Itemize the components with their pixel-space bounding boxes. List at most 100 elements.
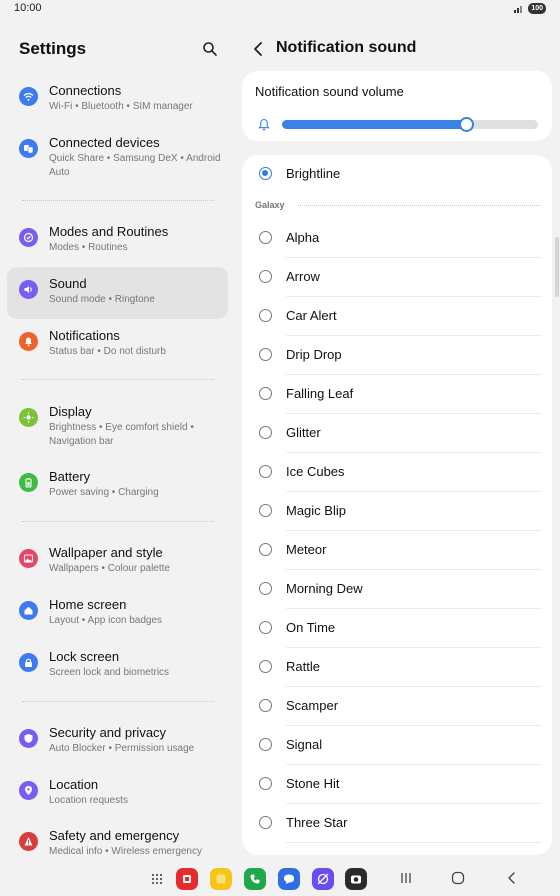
sound-item[interactable]: Scamper [286, 698, 338, 713]
settings-item-label: Wallpaper and style [49, 545, 163, 560]
sun-icon [19, 408, 38, 427]
section-divider [22, 521, 214, 522]
settings-item-subtitle: Brightness • Eye comfort shield • Naviga… [49, 422, 194, 447]
settings-item-subtitle: Auto Blocker • Permission usage [49, 743, 195, 754]
radio-button[interactable] [259, 699, 272, 712]
radio-button[interactable] [259, 270, 272, 283]
sound-item[interactable]: Drip Drop [286, 347, 342, 362]
phone-icon[interactable] [244, 868, 266, 890]
sound-item[interactable]: Signal [286, 737, 322, 752]
radio-selected[interactable] [259, 167, 272, 180]
search-icon[interactable] [202, 41, 218, 57]
volume-label: Notification sound volume [255, 84, 404, 99]
radio-button[interactable] [259, 231, 272, 244]
camera-icon[interactable] [345, 868, 367, 890]
status-bar: 10:00 100 [0, 0, 560, 18]
row-separator [286, 374, 542, 375]
page-title-right: Notification sound [276, 39, 417, 56]
sound-item[interactable]: On Time [286, 620, 335, 635]
devices-icon [19, 139, 38, 158]
shield-icon [19, 729, 38, 748]
recents-icon[interactable] [399, 871, 413, 885]
settings-item-subtitle: Status bar • Do not disturb [49, 346, 166, 357]
sound-item-selected[interactable]: Brightline [286, 166, 340, 181]
row-separator [286, 413, 542, 414]
radio-button[interactable] [259, 309, 272, 322]
battery-badge: 100 [528, 3, 546, 14]
radio-button[interactable] [259, 465, 272, 478]
row-separator [286, 764, 542, 765]
settings-item-subtitle: Wi-Fi • Bluetooth • SIM manager [49, 101, 193, 112]
messages-icon[interactable] [278, 868, 300, 890]
sound-item[interactable]: Three Star [286, 815, 347, 830]
location-icon [19, 781, 38, 800]
sound-item[interactable]: Magic Blip [286, 503, 346, 518]
back-button-icon[interactable] [505, 871, 519, 885]
signal-icon [514, 6, 522, 13]
sound-list-card: Brightline Galaxy Alpha Arrow Car Alert Dri… [242, 155, 552, 855]
apps-grid-icon[interactable] [151, 873, 163, 885]
sound-item[interactable]: Falling Leaf [286, 386, 353, 401]
settings-item-modes-and-routines[interactable]: Modes and Routines Modes • Routines [7, 215, 228, 267]
radio-button[interactable] [259, 621, 272, 634]
radio-button[interactable] [259, 387, 272, 400]
settings-item-label: Security and privacy [49, 725, 167, 740]
scrollbar[interactable] [555, 237, 559, 297]
settings-item-location[interactable]: Location Location requests [7, 768, 228, 820]
radio-button[interactable] [259, 348, 272, 361]
settings-item-subtitle: Medical info • Wireless emergency alerts [49, 846, 202, 857]
settings-item-connected-devices[interactable]: Connected devices Quick Share • Samsung D… [7, 126, 228, 188]
row-separator [286, 725, 542, 726]
section-divider [22, 701, 214, 702]
lock-icon [19, 653, 38, 672]
sound-item[interactable]: Rattle [286, 659, 320, 674]
radio-button[interactable] [259, 816, 272, 829]
settings-item-sound[interactable]: Sound Sound mode • Ringtone [7, 267, 228, 319]
radio-button[interactable] [259, 426, 272, 439]
settings-item-wallpaper-and-style[interactable]: Wallpaper and style Wallpapers • Colour p… [7, 536, 228, 588]
sound-item[interactable]: Alpha [286, 230, 319, 245]
browser-icon[interactable] [312, 868, 334, 890]
sound-icon [19, 280, 38, 299]
sound-item[interactable]: Stone Hit [286, 776, 339, 791]
settings-item-display[interactable]: Display Brightness • Eye comfort shield •… [7, 395, 228, 460]
settings-item-connections[interactable]: Connections Wi-Fi • Bluetooth • SIM manag… [7, 74, 228, 126]
settings-item-home-screen[interactable]: Home screen Layout • App icon badges [7, 588, 228, 640]
settings-item-notifications[interactable]: Notifications Status bar • Do not disturb [7, 319, 228, 371]
volume-slider[interactable] [282, 117, 538, 132]
settings-item-label: Lock screen [49, 649, 120, 664]
section-divider [22, 200, 214, 201]
settings-item-subtitle: Location requests [49, 795, 128, 806]
settings-item-subtitle: Screen lock and biometrics [49, 667, 170, 678]
radio-button[interactable] [259, 777, 272, 790]
settings-item-security-and-privacy[interactable]: Security and privacy Auto Blocker • Permi… [7, 716, 228, 768]
radio-button[interactable] [259, 582, 272, 595]
settings-item-battery[interactable]: Battery Power saving • Charging [7, 460, 228, 512]
sound-item[interactable]: Car Alert [286, 308, 337, 323]
sound-item[interactable]: Three Star [286, 854, 347, 855]
radio-button[interactable] [259, 543, 272, 556]
row-separator [286, 569, 542, 570]
sound-item[interactable]: Morning Dew [286, 581, 363, 596]
home-button-icon[interactable] [451, 871, 465, 885]
bell-icon [258, 118, 270, 131]
settings-item-safety-and-emergency[interactable]: Safety and emergency Medical info • Wirel… [7, 819, 228, 860]
radio-button[interactable] [259, 504, 272, 517]
flipboard-icon[interactable] [176, 868, 198, 890]
row-separator [286, 647, 542, 648]
modes-icon [19, 228, 38, 247]
settings-item-lock-screen[interactable]: Lock screen Screen lock and biometrics [7, 640, 228, 692]
settings-pane: Settings Connections Wi-Fi • Bluetooth • … [0, 18, 236, 860]
radio-button[interactable] [259, 660, 272, 673]
sound-item[interactable]: Meteor [286, 542, 326, 557]
sound-item[interactable]: Ice Cubes [286, 464, 345, 479]
sound-item[interactable]: Glitter [286, 425, 321, 440]
sound-item[interactable]: Arrow [286, 269, 320, 284]
settings-item-label: Sound [49, 276, 87, 291]
radio-button[interactable] [259, 738, 272, 751]
back-icon[interactable] [252, 41, 266, 57]
row-separator [286, 491, 542, 492]
volume-slider-thumb[interactable] [459, 117, 475, 132]
notes-icon[interactable] [210, 868, 232, 890]
volume-slider-fill [282, 120, 467, 129]
